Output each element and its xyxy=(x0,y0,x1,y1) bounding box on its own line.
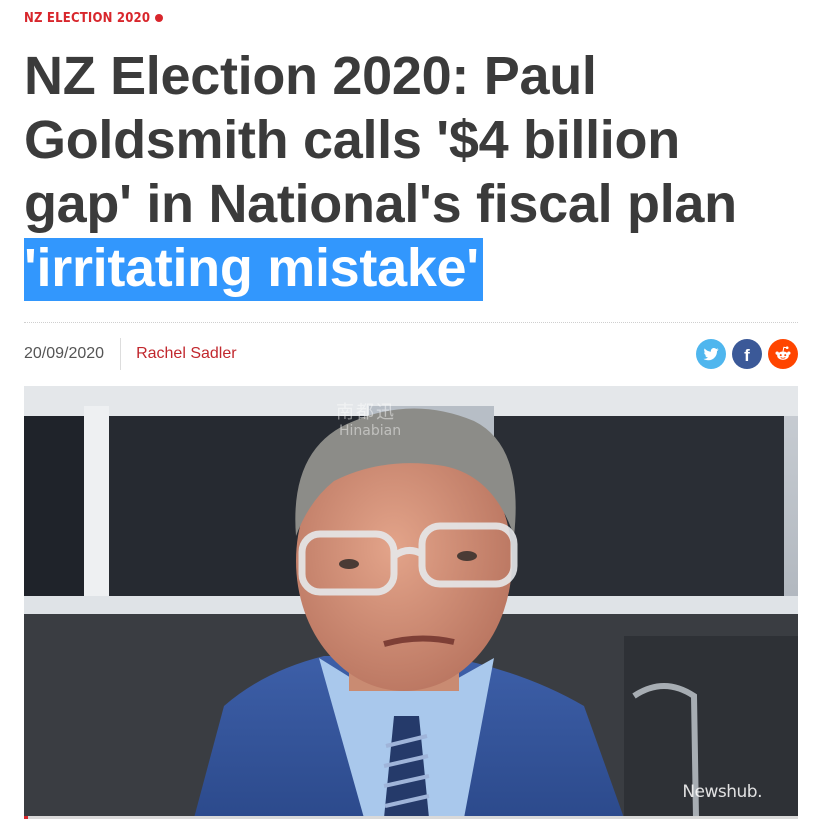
headline-text: NZ Election 2020: Paul Goldsmith calls '… xyxy=(24,46,737,234)
category-label: NZ ELECTION 2020 xyxy=(24,11,151,26)
headline-selected-text: 'irritating mistake' xyxy=(24,238,483,301)
share-buttons: f xyxy=(696,339,798,369)
author-link[interactable]: Rachel Sadler xyxy=(136,338,237,370)
category-link[interactable]: NZ ELECTION 2020 xyxy=(24,11,164,26)
publish-date: 20/09/2020 xyxy=(24,338,122,370)
article-video[interactable]: 南都迅 Hinabian Newshub. xyxy=(24,386,798,818)
divider xyxy=(24,322,798,323)
video-progress-bar[interactable] xyxy=(24,816,798,819)
watermark-cn: 南都迅 xyxy=(336,402,396,423)
twitter-icon xyxy=(703,348,719,361)
facebook-icon: f xyxy=(744,345,750,365)
newshub-logo: Newshub. xyxy=(682,782,762,802)
share-facebook-button[interactable]: f xyxy=(732,339,762,369)
live-dot-icon xyxy=(155,13,164,22)
reddit-icon xyxy=(775,346,791,360)
article-meta: 20/09/2020 Rachel Sadler f xyxy=(24,338,798,370)
video-progress-fill xyxy=(24,816,28,819)
share-twitter-button[interactable] xyxy=(696,339,726,369)
watermark-en: Hinabian xyxy=(339,423,402,439)
video-frame-image xyxy=(24,386,798,818)
article-headline: NZ Election 2020: Paul Goldsmith calls '… xyxy=(24,44,794,301)
share-reddit-button[interactable] xyxy=(768,339,798,369)
